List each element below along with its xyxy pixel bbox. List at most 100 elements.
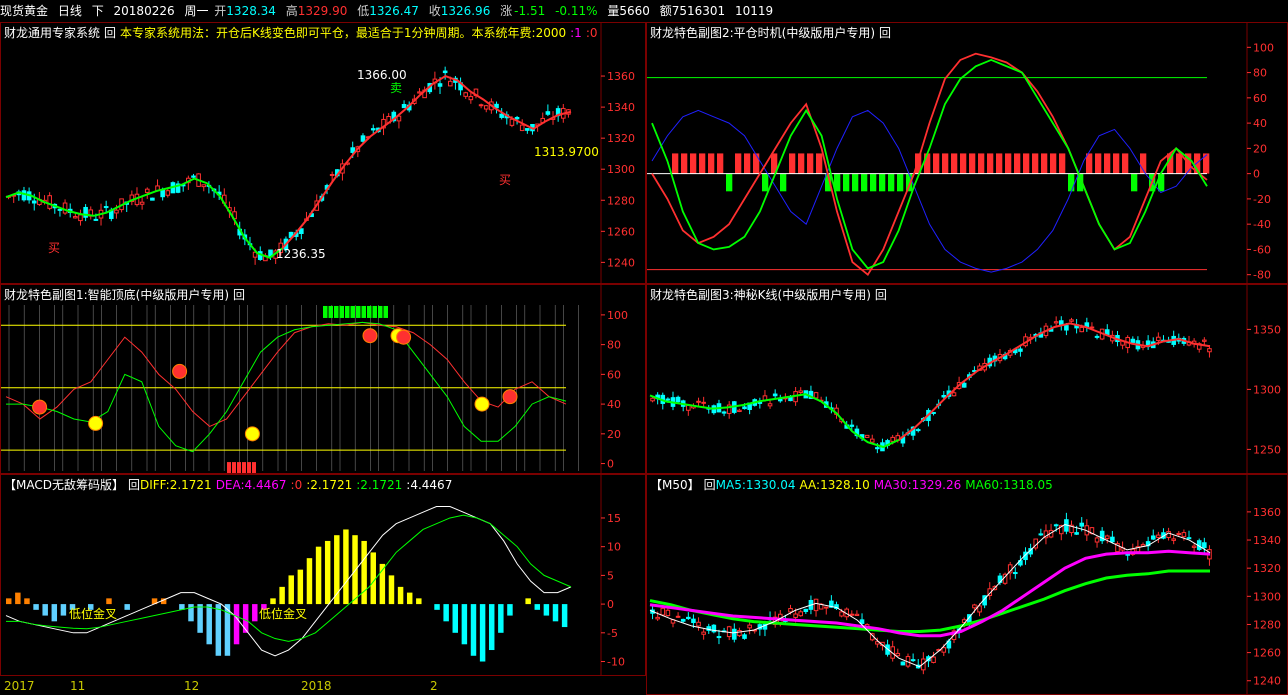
sub2-bar [753,153,760,174]
macd-panel[interactable]: 【MACD无敌筹码版】 回DIFF:2.1721 DEA:4.4467:0:2.17… [0,474,646,676]
ma-candle [931,656,936,663]
sub1-toggle-icon[interactable]: 回 [233,288,245,302]
sub3-tick-label: 1300 [1253,383,1281,396]
sub2-bar [708,153,715,174]
main-tick-label: 1320 [607,132,635,145]
ma-candle [839,611,844,617]
ma-candle [1166,531,1171,538]
macd-hist-bar [15,592,21,605]
main-candle [525,128,530,131]
ma-candle [849,613,855,616]
ma-toggle-icon[interactable]: 回 [704,478,716,492]
sub2-tick-label: -60 [1253,243,1271,256]
main-toggle-icon[interactable]: 回 [104,26,116,40]
macd-tick-label: 10 [607,541,621,554]
ma-tick-label: 1280 [1253,618,1281,631]
main-candle [437,83,443,87]
main-candle [442,70,448,74]
main-candle [417,91,422,94]
sub2-bar [843,173,850,192]
sub3-toggle-icon[interactable]: 回 [875,288,887,302]
macd-hist-bar [352,535,358,605]
open-label: 开 [214,4,227,18]
sub2-bar [969,153,976,174]
sub2-panel[interactable]: 财龙特色副图2:平仓时机(中级版用户专用) 回 -80 -60 -40 -20 0 20 40… [646,22,1288,284]
volume-value: 量5660 [607,4,650,18]
sub3-candle [890,436,895,442]
macd-hist-bar [498,604,504,633]
ma-panel[interactable]: 【M50】 回MA5:1330.04 AA:1328.10 MA30:1329.26 M… [646,474,1288,695]
close-value: 1326.96 [440,4,491,18]
sub3-candle [951,392,957,397]
sub2-bar [699,153,706,174]
sub1-panel[interactable]: 财龙特色副图1:智能顶底(中级版用户专用) 回 0 20 40 60 80 100 [0,284,646,474]
sub3-candle [675,396,681,403]
main-candle [47,195,52,209]
sub2-bar [1122,153,1129,174]
sub2-bar [1068,173,1075,192]
macd-hist-bar [233,604,240,645]
macd-hist-bar [124,604,130,610]
main-tick-label: 1240 [607,256,635,269]
ma-candle [788,608,793,613]
low-value: 1326.47 [369,4,419,18]
main-candle [62,202,68,214]
sub3-candle [915,429,921,432]
ma-candle [1176,532,1182,535]
sub2-bar [852,173,859,192]
macd-hist-bar [434,604,440,610]
macd-hist-bar [343,529,349,605]
sub3-candle [1018,348,1023,352]
macd-annotation-1: 低位金叉 [69,607,118,621]
macd-panel-title: 【MACD无敌筹码版】 回DIFF:2.1721 DEA:4.4467:0:2.17… [4,476,456,493]
change-percent: -0.11% [555,4,598,18]
time-axis-label: 2017 [4,679,35,693]
quote-weekday: 周一 [184,4,209,18]
main-v2: :0 [585,26,598,40]
sub2-bar [960,153,967,174]
macd-hist-bar [525,598,531,605]
macd-hist-bar [488,604,495,651]
sub3-tick-label: 1250 [1253,443,1281,456]
ma-chart-svg: 1240 1260 1280 1300 1320 1340 1360 [649,475,1281,694]
ma-candle [1074,532,1079,535]
macd-v0: :0 [290,478,303,492]
sub2-bar [987,153,994,174]
main-v1: :1 [570,26,582,40]
ma-candle [823,606,829,609]
sub1-bottom-bar [242,462,246,473]
sub3-candle [961,382,967,388]
sub3-chart-svg: 1250 1300 1350 [649,285,1281,473]
sub2-bar [690,153,697,174]
sub2-bar [798,153,805,174]
ma-tick-label: 1320 [1253,562,1281,575]
sub2-bar [726,173,733,192]
sub1-signal-dot [88,415,104,431]
time-axis: 2017 11 12 2018 2 [0,676,646,695]
macd-hist-bar [33,604,39,610]
main-candle [73,216,78,219]
sub3-candle [696,400,701,403]
macd-hist-bar [507,604,513,616]
sub3-panel[interactable]: 财龙特色副图3:神秘K线(中级版用户专用) 回 1250 1300 1350 [646,284,1288,474]
main-title: 财龙通用专家系统 [4,26,101,40]
macd-hist-bar [6,598,12,605]
period-label[interactable]: 日线 [58,4,82,18]
sub2-toggle-icon[interactable]: 回 [879,26,891,40]
ma-candle [1079,522,1085,527]
sub2-bar [897,173,904,192]
macd-toggle-icon[interactable]: 回 [128,478,140,492]
low-label: 低 [357,4,370,18]
ma-candle [665,609,671,617]
main-chart-panel[interactable]: 财龙通用专家系统回本专家系统用法：开仓后K线变色即可平仓，最适合于1分钟周期。本… [0,22,646,284]
sub3-trend-green [649,393,900,449]
macd-hist-bar [324,540,331,605]
ma60-line [649,569,1210,633]
macd-chart-svg: -10 -5 0 5 10 15 [5,475,625,675]
macd-hist-bar [315,546,322,605]
macd-hist-bar [479,604,486,662]
sub1-top-bar [383,305,388,318]
sub3-candle [849,424,855,427]
sub1-tick-label: 80 [607,339,621,352]
ma-candle [941,647,947,653]
